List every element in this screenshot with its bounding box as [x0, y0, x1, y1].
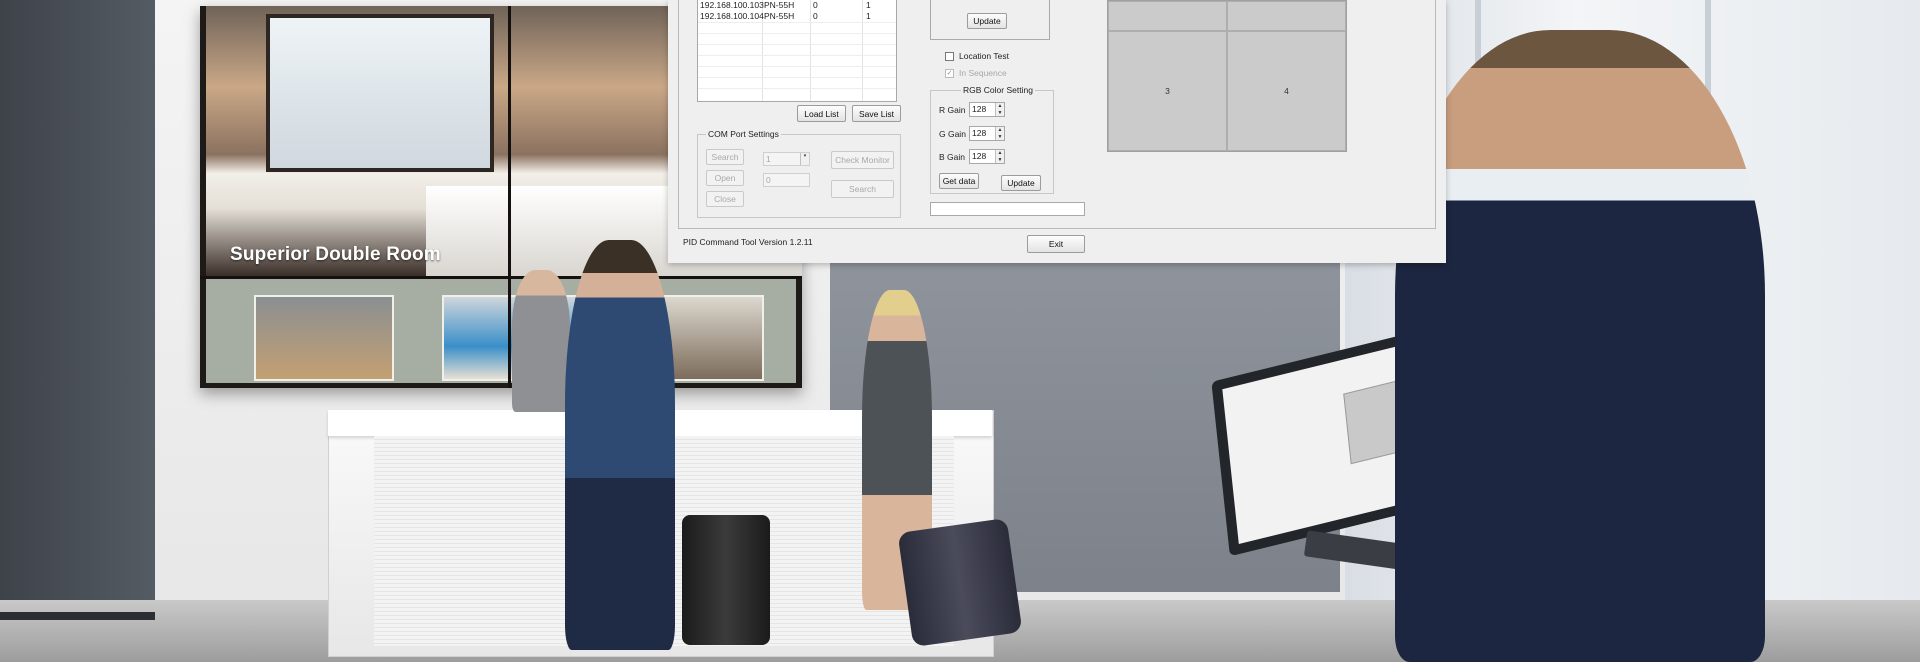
com-open-button[interactable]: Open — [706, 170, 744, 186]
rgb-legend: RGB Color Setting — [961, 85, 1035, 95]
ip-address: 192.168.100.103 — [700, 0, 764, 10]
businessman — [1395, 30, 1765, 662]
g-gain-spinner[interactable]: 128 ▲ ▼ — [969, 126, 1005, 141]
update-button[interactable]: Update — [967, 13, 1007, 29]
ip-address: 192.168.100.104 — [700, 11, 764, 21]
device-list[interactable]: 192.168.100.103 PN-55H 0 1 192.168.100.1… — [697, 0, 897, 102]
value-cell: 0 — [813, 11, 818, 21]
model: PN-55H — [764, 0, 795, 10]
com-port-value: 1 — [766, 154, 771, 164]
get-data-button[interactable]: Get data — [939, 173, 979, 189]
r-gain-label: R Gain — [939, 105, 966, 115]
layout-cell-1[interactable] — [1108, 1, 1227, 31]
com-port-settings-group: COM Port Settings Search Open Close 1 ▾ … — [697, 129, 901, 218]
spin-arrows-icon[interactable]: ▲ ▼ — [995, 103, 1004, 116]
r-gain-value: 128 — [972, 104, 987, 114]
value-cell: 1 — [866, 0, 871, 10]
g-gain-label: G Gain — [939, 129, 966, 139]
gym-thumbnail — [254, 295, 394, 381]
spin-arrows-icon[interactable]: ▲ ▼ — [995, 127, 1004, 140]
rgb-color-setting-group: RGB Color Setting R Gain 128 ▲ ▼ G Gain 1… — [930, 85, 1054, 194]
exit-button[interactable]: Exit — [1027, 235, 1085, 253]
row-line — [698, 55, 896, 56]
layout-cell-2[interactable] — [1227, 1, 1346, 31]
pid-command-tool-window: 192.168.100.103 PN-55H 0 1 192.168.100.1… — [668, 0, 1446, 263]
b-gain-value: 128 — [972, 151, 987, 161]
location-test-label: Location Test — [959, 51, 1009, 61]
b-gain-label: B Gain — [939, 152, 965, 162]
display-bezel — [200, 276, 802, 279]
receptionist — [512, 270, 570, 412]
in-sequence-label: In Sequence — [959, 68, 1007, 78]
com-port-select[interactable]: 1 ▾ — [763, 152, 810, 166]
row-line — [698, 33, 896, 34]
settings-group: Update — [930, 0, 1050, 40]
g-gain-value: 128 — [972, 128, 987, 138]
r-gain-spinner[interactable]: 128 ▲ ▼ — [969, 102, 1005, 117]
com-port-legend: COM Port Settings — [706, 129, 781, 139]
list-item[interactable]: 192.168.100.103 PN-55H 0 1 — [698, 0, 896, 11]
check-monitor-button[interactable]: Check Monitor — [831, 151, 894, 169]
baseboard — [0, 612, 155, 620]
row-line — [698, 88, 896, 89]
model: PN-55H — [764, 11, 795, 21]
amenity-strip — [206, 279, 796, 383]
spin-arrows-icon[interactable]: ▲ ▼ — [995, 150, 1004, 163]
value-cell: 1 — [866, 11, 871, 21]
row-line — [698, 77, 896, 78]
rolling-suitcase — [897, 517, 1023, 648]
suitcase — [682, 515, 770, 645]
row-line — [698, 22, 896, 23]
display-bezel — [508, 6, 511, 388]
com-search-button[interactable]: Search — [706, 149, 744, 165]
guest-man — [565, 240, 675, 650]
com-close-button[interactable]: Close — [706, 191, 744, 207]
display-layout-grid[interactable]: 3 4 — [1107, 0, 1347, 152]
layout-cell-3[interactable]: 3 — [1108, 31, 1227, 151]
monitor-id-field[interactable]: 0 — [763, 173, 810, 187]
list-item[interactable]: 192.168.100.104 PN-55H 0 1 — [698, 11, 896, 22]
save-list-button[interactable]: Save List — [852, 105, 901, 122]
row-line — [698, 44, 896, 45]
in-sequence-checkbox[interactable]: ✓ — [945, 69, 954, 78]
status-field — [930, 202, 1085, 216]
value-cell: 0 — [813, 0, 818, 10]
row-line — [698, 66, 896, 67]
room-window — [266, 14, 494, 172]
com-search-monitor-button[interactable]: Search — [831, 180, 894, 198]
b-gain-spinner[interactable]: 128 ▲ ▼ — [969, 149, 1005, 164]
version-text: PID Command Tool Version 1.2.11 — [683, 237, 813, 247]
layout-cell-4[interactable]: 4 — [1227, 31, 1346, 151]
location-test-checkbox[interactable] — [945, 52, 954, 61]
rgb-update-button[interactable]: Update — [1001, 175, 1041, 191]
chevron-down-icon[interactable]: ▾ — [800, 153, 809, 165]
left-wall — [0, 0, 155, 620]
load-list-button[interactable]: Load List — [797, 105, 846, 122]
video-wall-title: Superior Double Room — [230, 244, 441, 265]
